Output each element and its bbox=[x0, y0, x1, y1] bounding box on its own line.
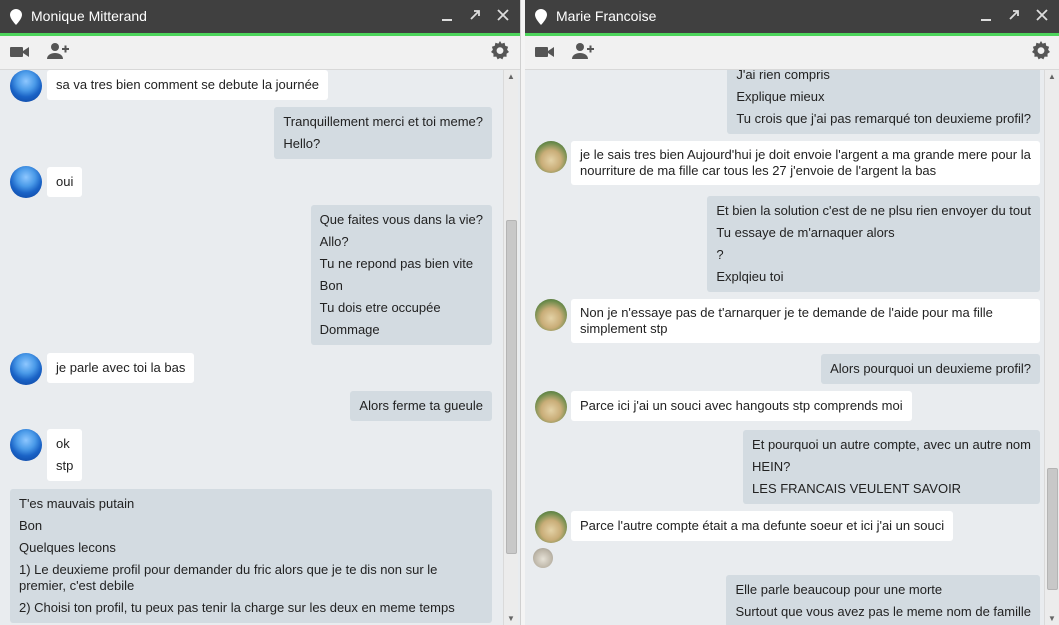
minimize-icon[interactable] bbox=[977, 8, 995, 26]
message-bubble-outgoing: T'es mauvais putain Bon Quelques lecons … bbox=[10, 489, 492, 623]
message-bubble-incoming: Parce l'autre compte était a ma defunte … bbox=[571, 511, 954, 541]
close-icon[interactable] bbox=[1033, 8, 1051, 26]
location-pin-icon bbox=[535, 9, 547, 28]
avatar[interactable] bbox=[535, 141, 567, 173]
scroll-down-arrow-icon[interactable]: ▼ bbox=[507, 614, 515, 623]
message-bubble-incoming: sa va tres bien comment se debute la jou… bbox=[47, 70, 329, 100]
avatar[interactable] bbox=[10, 70, 42, 102]
popout-icon[interactable] bbox=[1005, 8, 1023, 26]
scroll-up-arrow-icon[interactable]: ▲ bbox=[1048, 72, 1056, 81]
chat-window-right: Marie Francoise J'ai rien compris Expliq… bbox=[525, 0, 1059, 625]
message-bubble-outgoing: Alors ferme ta gueule bbox=[350, 391, 492, 421]
add-person-icon[interactable] bbox=[572, 42, 594, 63]
read-receipt-avatar bbox=[533, 548, 553, 568]
chat-toolbar bbox=[0, 36, 520, 70]
message-bubble-outgoing: Elle parle beaucoup pour une morte Surto… bbox=[726, 575, 1040, 625]
scrollbar-thumb[interactable] bbox=[1047, 468, 1058, 590]
chat-window-left: Monique Mitterand sa va tres bien commen… bbox=[0, 0, 520, 625]
chat-toolbar bbox=[525, 36, 1059, 70]
titlebar[interactable]: Monique Mitterand bbox=[0, 0, 520, 36]
avatar[interactable] bbox=[10, 166, 42, 198]
scrollbar[interactable]: ▲ ▼ bbox=[1044, 70, 1059, 625]
gear-icon[interactable] bbox=[490, 41, 510, 64]
message-bubble-incoming: Non je n'essaye pas de t'arnarquer je te… bbox=[571, 299, 1040, 343]
scrollbar[interactable]: ▲ ▼ bbox=[503, 70, 518, 625]
message-bubble-incoming: oui bbox=[47, 167, 83, 197]
titlebar[interactable]: Marie Francoise bbox=[525, 0, 1059, 36]
message-bubble-outgoing: J'ai rien compris Explique mieux Tu croi… bbox=[727, 70, 1040, 134]
message-bubble-incoming: ok stp bbox=[47, 429, 83, 481]
close-icon[interactable] bbox=[494, 8, 512, 26]
add-person-icon[interactable] bbox=[47, 42, 69, 63]
message-bubble-outgoing: Que faites vous dans la vie? Allo? Tu ne… bbox=[310, 205, 492, 345]
popout-icon[interactable] bbox=[466, 8, 484, 26]
window-title: Monique Mitterand bbox=[31, 8, 147, 24]
scroll-up-arrow-icon[interactable]: ▲ bbox=[507, 72, 515, 81]
avatar[interactable] bbox=[535, 391, 567, 423]
message-bubble-outgoing: Et pourquoi un autre compte, avec un aut… bbox=[743, 430, 1040, 504]
message-list: J'ai rien compris Explique mieux Tu croi… bbox=[525, 70, 1045, 625]
message-bubble-outgoing: Tranquillement merci et toi meme? Hello? bbox=[274, 107, 492, 159]
window-title: Marie Francoise bbox=[556, 8, 657, 24]
location-pin-icon bbox=[10, 9, 22, 28]
gear-icon[interactable] bbox=[1031, 41, 1051, 64]
avatar[interactable] bbox=[10, 429, 42, 461]
message-list: sa va tres bien comment se debute la jou… bbox=[0, 70, 504, 625]
scroll-down-arrow-icon[interactable]: ▼ bbox=[1048, 614, 1056, 623]
minimize-icon[interactable] bbox=[438, 8, 456, 26]
message-bubble-incoming: je parle avec toi la bas bbox=[47, 353, 195, 383]
message-bubble-outgoing: Et bien la solution c'est de ne plsu rie… bbox=[707, 196, 1040, 292]
avatar[interactable] bbox=[535, 299, 567, 331]
avatar[interactable] bbox=[535, 511, 567, 543]
video-call-icon[interactable] bbox=[10, 45, 30, 62]
message-bubble-incoming: je le sais tres bien Aujourd'hui je doit… bbox=[571, 141, 1040, 185]
message-bubble-incoming: Parce ici j'ai un souci avec hangouts st… bbox=[571, 391, 912, 421]
avatar[interactable] bbox=[10, 353, 42, 385]
message-bubble-outgoing: Alors pourquoi un deuxieme profil? bbox=[821, 354, 1040, 384]
video-call-icon[interactable] bbox=[535, 45, 555, 62]
scrollbar-thumb[interactable] bbox=[506, 220, 517, 554]
